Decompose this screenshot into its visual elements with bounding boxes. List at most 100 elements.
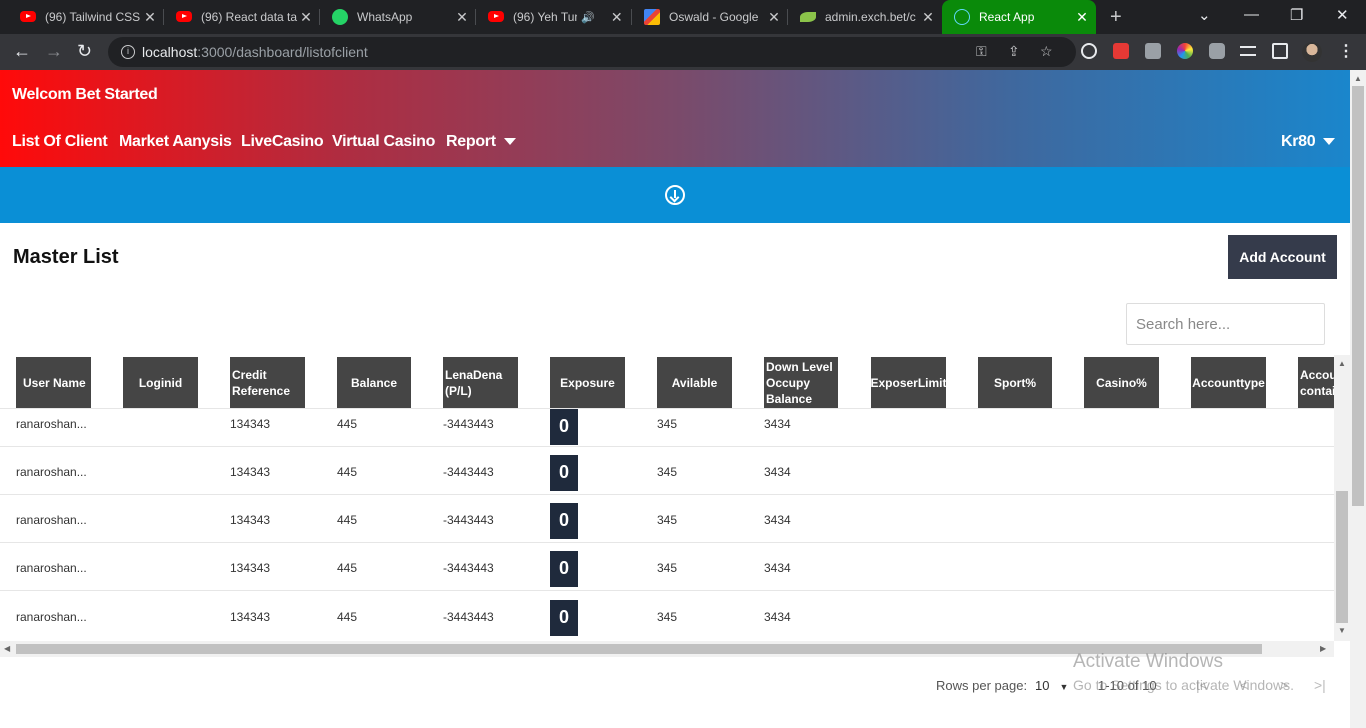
browser-tab[interactable]: (96) Tailwind CSS ✕ <box>8 0 164 34</box>
back-icon[interactable]: ← <box>13 42 31 60</box>
cell-credit-reference: 134343 <box>230 513 271 527</box>
column-header[interactable]: Loginid <box>123 357 198 408</box>
scrollbar-thumb[interactable] <box>1352 86 1364 506</box>
window-close-icon[interactable]: ✕ <box>1336 6 1349 24</box>
user-menu-dropdown[interactable]: Kr80 <box>1281 133 1336 151</box>
google-fonts-icon <box>644 9 660 25</box>
arrow-down-circle-icon[interactable] <box>665 185 685 205</box>
rows-per-page-label: Rows per page: <box>936 678 1028 693</box>
close-icon[interactable]: ✕ <box>454 9 470 26</box>
key-icon[interactable]: ⚿ <box>976 43 987 60</box>
new-tab-icon[interactable]: + <box>1110 6 1122 29</box>
browser-tab[interactable]: WhatsApp ✕ <box>320 0 476 34</box>
column-header[interactable]: Sport% <box>978 357 1052 408</box>
column-header[interactable]: Exposure <box>550 357 625 408</box>
page-vertical-scrollbar[interactable]: ▲ <box>1350 70 1366 728</box>
app-header: Welcom Bet Started List Of Client Market… <box>0 70 1350 167</box>
bookmark-star-icon[interactable]: ☆ <box>1040 43 1053 60</box>
scroll-up-icon[interactable]: ▲ <box>1338 359 1346 368</box>
cell-credit-reference: 134343 <box>230 465 271 479</box>
cell-down-level: 3434 <box>764 513 791 527</box>
scroll-up-icon[interactable]: ▲ <box>1354 74 1362 83</box>
table-row[interactable]: ranaroshan... 134343 445 -3443443 0 345 … <box>0 409 1334 447</box>
column-header[interactable]: Account contai <box>1298 357 1334 408</box>
nav-list-of-client[interactable]: List Of Client <box>12 133 108 151</box>
add-account-button[interactable]: Add Account <box>1228 235 1337 279</box>
column-header[interactable]: Casino% <box>1084 357 1159 408</box>
reload-icon[interactable]: ↻ <box>77 42 92 60</box>
speaker-icon[interactable]: 🔊 <box>581 11 595 24</box>
chevron-down-icon: ▼ <box>1059 682 1069 692</box>
close-icon[interactable]: ✕ <box>920 9 936 26</box>
table-vertical-scrollbar[interactable]: ▲ ▼ <box>1334 355 1350 641</box>
table-row[interactable]: ranaroshan... 134343 445 -3443443 0 345 … <box>0 447 1334 495</box>
site-info-icon[interactable]: i <box>121 45 135 59</box>
cell-available: 345 <box>657 561 678 575</box>
nav-market-analysis[interactable]: Market Aanysis <box>119 133 232 151</box>
browser-tab[interactable]: (96) React data ta ✕ <box>164 0 320 34</box>
column-header[interactable]: Balance <box>337 357 411 408</box>
url-text[interactable]: localhost:3000/dashboard/listofclient <box>142 44 368 60</box>
browser-tab-active[interactable]: React App ✕ <box>942 0 1096 34</box>
close-icon[interactable]: ✕ <box>298 9 314 26</box>
maximize-icon[interactable]: ❐ <box>1290 6 1303 24</box>
cell-balance: 445 <box>337 417 358 431</box>
column-header[interactable]: User Name <box>16 357 91 408</box>
cell-balance: 445 <box>337 513 358 527</box>
close-icon[interactable]: ✕ <box>609 9 625 26</box>
cell-credit-reference: 134343 <box>230 417 271 431</box>
extension-target-icon[interactable] <box>1081 43 1097 59</box>
column-header[interactable]: LenaDena (P/L) <box>443 357 518 408</box>
tab-search-icon[interactable]: ⌄ <box>1198 6 1211 24</box>
extension-red-icon[interactable] <box>1113 43 1129 59</box>
close-icon[interactable]: ✕ <box>142 9 158 26</box>
table-row[interactable]: ranaroshan... 134343 445 -3443443 0 345 … <box>0 495 1334 543</box>
cell-balance: 445 <box>337 561 358 575</box>
scroll-left-icon[interactable]: ◀ <box>4 644 10 653</box>
scroll-right-icon[interactable]: ▶ <box>1320 644 1326 653</box>
exposure-badge: 0 <box>550 600 578 636</box>
forward-icon[interactable]: → <box>45 42 63 60</box>
search-input[interactable] <box>1126 303 1325 345</box>
exposure-badge: 0 <box>550 455 578 491</box>
extension-camera-icon[interactable] <box>1145 43 1161 59</box>
brand-title: Welcom Bet Started <box>12 86 158 103</box>
close-icon[interactable]: ✕ <box>766 9 782 26</box>
exposure-badge: 0 <box>550 409 578 445</box>
browser-tab[interactable]: admin.exch.bet/c ✕ <box>788 0 942 34</box>
extension-color-icon[interactable] <box>1177 43 1193 59</box>
extensions-puzzle-icon[interactable] <box>1209 43 1225 59</box>
browser-menu-icon[interactable]: ⋮ <box>1338 41 1354 61</box>
column-header[interactable]: Accounttype <box>1191 357 1266 408</box>
last-page-icon[interactable]: >| <box>1314 677 1326 693</box>
browser-tab[interactable]: (96) Yeh Tune 🔊 ✕ <box>476 0 632 34</box>
browser-tab[interactable]: Oswald - Google ✕ <box>632 0 788 34</box>
column-header[interactable]: Down Level Occupy Balance <box>764 357 838 408</box>
side-panel-icon[interactable] <box>1272 43 1288 59</box>
column-header[interactable]: Avilable <box>657 357 732 408</box>
youtube-icon <box>488 9 504 25</box>
scroll-down-icon[interactable]: ▼ <box>1338 626 1346 635</box>
profile-avatar[interactable] <box>1302 42 1322 62</box>
address-bar[interactable]: i localhost:3000/dashboard/listofclient … <box>108 37 1076 67</box>
youtube-icon <box>20 9 36 25</box>
whatsapp-icon <box>332 9 348 25</box>
nav-report-dropdown[interactable]: Report <box>446 133 516 151</box>
close-icon[interactable]: ✕ <box>1074 9 1090 26</box>
share-icon[interactable]: ⇪ <box>1008 43 1020 60</box>
table-row[interactable]: ranaroshan... 134343 445 -3443443 0 345 … <box>0 591 1334 639</box>
nav-live-casino[interactable]: LiveCasino <box>241 133 324 151</box>
table-row[interactable]: ranaroshan... 134343 445 -3443443 0 345 … <box>0 543 1334 591</box>
page-title: Master List <box>13 246 119 268</box>
youtube-icon <box>176 9 192 25</box>
cell-user-name: ranaroshan... <box>16 417 87 431</box>
scrollbar-thumb[interactable] <box>1336 491 1348 623</box>
cell-user-name: ranaroshan... <box>16 561 87 575</box>
nav-virtual-casino[interactable]: Virtual Casino <box>332 133 435 151</box>
column-header[interactable]: Credit Reference <box>230 357 305 408</box>
rows-per-page-select[interactable]: 10 ▼ <box>1035 678 1068 698</box>
cell-down-level: 3434 <box>764 561 791 575</box>
column-header[interactable]: ExposerLimit <box>870 357 947 408</box>
media-queue-icon[interactable] <box>1240 46 1256 56</box>
minimize-icon[interactable]: — <box>1244 6 1259 23</box>
